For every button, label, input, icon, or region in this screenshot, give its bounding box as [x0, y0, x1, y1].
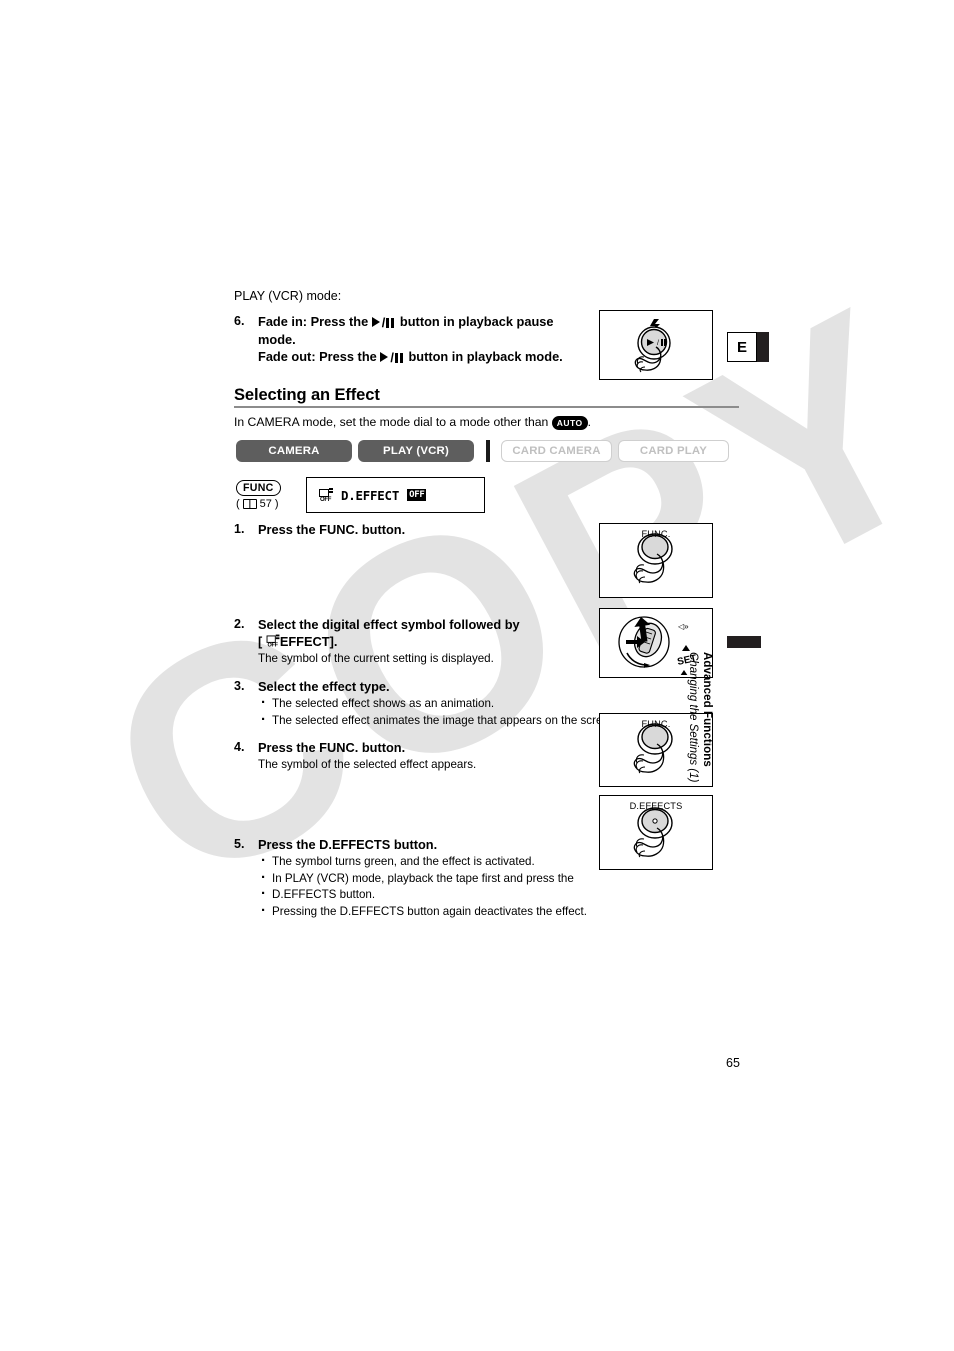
- step-5-bullet-3: Pressing the D.EFFECTS button again deac…: [258, 903, 604, 921]
- step-4-title: Press the FUNC. button.: [258, 740, 406, 755]
- step-5-number: 5.: [234, 837, 245, 851]
- step-6: 6. Fade in: Press the / button in playba…: [234, 313, 594, 366]
- chapter-title: Advanced Functions: [701, 652, 713, 767]
- menu-item-label: D.EFFECT: [341, 487, 400, 503]
- step-4-sub: The symbol of the selected effect appear…: [258, 758, 477, 771]
- menu-item-strip: OFF D.EFFECT OFF: [306, 477, 485, 513]
- mode-pill-camera: CAMERA: [236, 440, 352, 462]
- step-5: 5. Press the D.EFFECTS button. The symbo…: [234, 836, 604, 920]
- step-6-line2: mode.: [258, 332, 296, 347]
- step-6-number: 6.: [234, 314, 245, 328]
- section-intro: In CAMERA mode, set the mode dial to a m…: [234, 414, 591, 430]
- language-tab-letter: E: [727, 332, 757, 362]
- step-5-title: Press the D.EFFECTS button.: [258, 837, 438, 852]
- heading-rule: [234, 406, 739, 408]
- step-2-title-line1: Select the digital effect symbol followe…: [258, 617, 520, 632]
- step-5-bullet-2: In PLAY (VCR) mode, playback the tape fi…: [258, 870, 604, 888]
- paren-open: (: [236, 498, 240, 510]
- play-vcr-mode-line: PLAY (VCR) mode:: [234, 289, 342, 303]
- digital-effect-icon-inline: OFF: [266, 634, 280, 648]
- step-3-bullet-1: The selected effect shows as an animatio…: [258, 695, 619, 713]
- step-4: 4. Press the FUNC. button. The symbol of…: [234, 739, 604, 773]
- language-tab: E: [727, 332, 769, 362]
- mode-pill-card-play: CARD PLAY: [618, 440, 729, 462]
- auto-mode-badge: AUTO: [551, 416, 588, 430]
- play-pause-illustration-svg: /: [634, 319, 671, 373]
- step-5-bullet-1: The symbol turns green, and the effect i…: [258, 853, 604, 871]
- func-page-number: 57: [259, 498, 272, 510]
- func-reference: FUNC ( 57 ): [236, 478, 298, 510]
- step-6-line3: Fade out: Press the / button in playback…: [258, 348, 594, 366]
- step-5-bullets: The symbol turns green, and the effect i…: [258, 853, 604, 921]
- menu-item-value: OFF: [407, 489, 427, 501]
- bracket-open: [: [258, 634, 263, 649]
- step-6-line3-suffix: button in playback mode.: [408, 349, 563, 364]
- step-3-number: 3.: [234, 679, 245, 693]
- mode-separator: [486, 440, 490, 462]
- step-6-line1-prefix: Fade in: Press the: [258, 314, 369, 329]
- illustration-func-button-1: FUNC.: [599, 523, 713, 598]
- mode-pill-play-vcr: PLAY (VCR): [358, 440, 474, 462]
- step-5-bullet-2-cont: D.EFFECTS button.: [258, 886, 604, 904]
- func-page-reference: ( 57 ): [236, 498, 298, 510]
- digital-effect-icon: OFF: [319, 488, 333, 503]
- step-6-line3-prefix: Fade out: Press the: [258, 349, 377, 364]
- step-2-title-line2-suffix: EFFECT].: [279, 634, 338, 649]
- step-6-line1: Fade in: Press the / button in playback …: [258, 313, 594, 331]
- play-pause-icon: /: [371, 314, 397, 331]
- chapter-side-label: Advanced Functions Changing the Settings…: [686, 652, 713, 822]
- step-2-title-line2: [ OFF EFFECT].: [258, 633, 604, 650]
- step-2: 2. Select the digital effect symbol foll…: [234, 616, 604, 667]
- illustration-play-pause-button: /: [599, 310, 713, 380]
- illustration-caption-func-1: FUNC.: [641, 529, 671, 539]
- mode-availability-row: CAMERA PLAY (VCR) CARD CAMERA CARD PLAY: [236, 440, 735, 462]
- section-intro-suffix: .: [587, 415, 592, 429]
- step-1-title: Press the FUNC. button.: [258, 522, 406, 537]
- manual-page: PLAY (VCR) mode: 6. Fade in: Press the /…: [0, 0, 954, 1351]
- book-icon: [242, 499, 257, 509]
- steps-list: 1. Press the FUNC. button. 2. Select the…: [234, 521, 619, 920]
- svg-text:◁»: ◁»: [678, 622, 689, 631]
- step-2-sub: The symbol of the current setting is dis…: [258, 652, 494, 665]
- section-heading-block: Selecting an Effect: [234, 386, 739, 408]
- step-1-number: 1.: [234, 522, 245, 536]
- mode-pill-card-camera: CARD CAMERA: [501, 440, 612, 462]
- page-number: 65: [726, 1056, 740, 1070]
- step-3-bullet-2: The selected effect animates the image t…: [258, 712, 619, 730]
- paren-close: ): [274, 498, 279, 510]
- chapter-tab-bar: [727, 636, 761, 648]
- step-1: 1. Press the FUNC. button.: [234, 521, 604, 538]
- step-6-line1-suffix: button in playback pause: [399, 314, 554, 329]
- digital-effect-icon-sub: OFF: [320, 497, 332, 503]
- step-3-bullets: The selected effect shows as an animatio…: [258, 695, 619, 730]
- section-title: Selecting an Effect: [234, 386, 380, 404]
- svg-text:/: /: [657, 340, 659, 347]
- chapter-subtitle: Changing the Settings (1): [687, 652, 699, 783]
- step-3: 3. Select the effect type. The selected …: [234, 678, 619, 729]
- func-badge: FUNC: [236, 480, 281, 496]
- step-2-number: 2.: [234, 617, 245, 631]
- section-intro-prefix: In CAMERA mode, set the mode dial to a m…: [234, 415, 549, 429]
- play-pause-icon-2: /: [380, 349, 405, 366]
- continued-step-block: PLAY (VCR) mode: 6. Fade in: Press the /…: [234, 288, 594, 366]
- step-3-title: Select the effect type.: [258, 679, 390, 694]
- step-4-number: 4.: [234, 740, 245, 754]
- language-tab-bleed: [757, 332, 769, 362]
